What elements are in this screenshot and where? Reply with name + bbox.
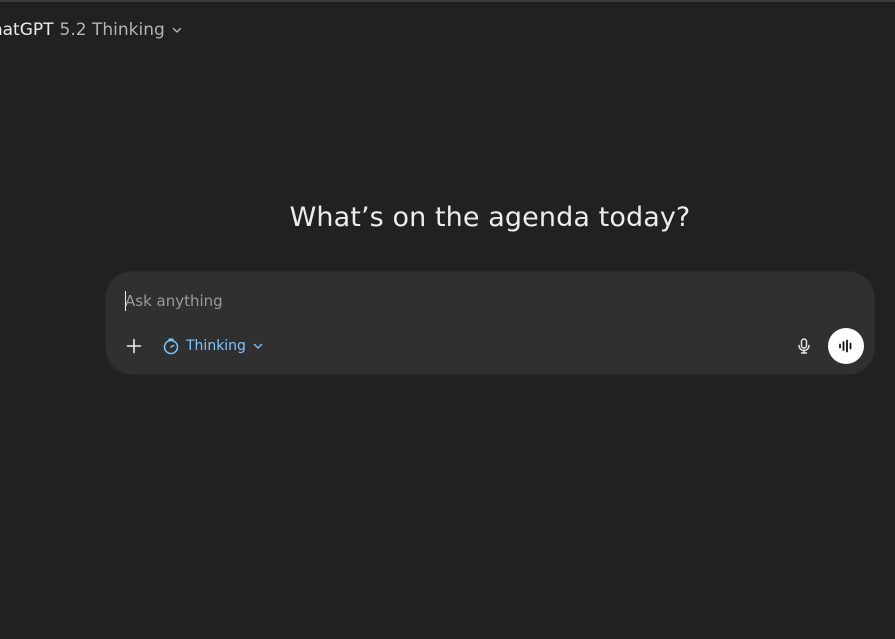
timer-icon [162,337,180,355]
model-switcher[interactable]: ChatGPT 5.2 Thinking [0,18,183,42]
prompt-input[interactable] [125,289,825,313]
plus-icon [125,337,143,355]
composer: Thinking [106,272,874,374]
window-top-border [0,0,895,2]
page-headline: What’s on the agenda today? [289,202,691,233]
chevron-down-icon [252,340,264,352]
microphone-icon [795,337,813,355]
chevron-down-icon [171,24,183,36]
add-attachment-button[interactable] [120,332,148,360]
thinking-mode-label: Thinking [186,338,246,354]
text-caret [125,291,126,311]
model-name: ChatGPT [0,20,54,40]
voice-waveform-icon [837,337,855,355]
voice-mode-button[interactable] [828,328,864,364]
thinking-mode-button[interactable]: Thinking [158,332,268,360]
dictate-button[interactable] [790,332,818,360]
model-version: 5.2 Thinking [59,20,165,40]
